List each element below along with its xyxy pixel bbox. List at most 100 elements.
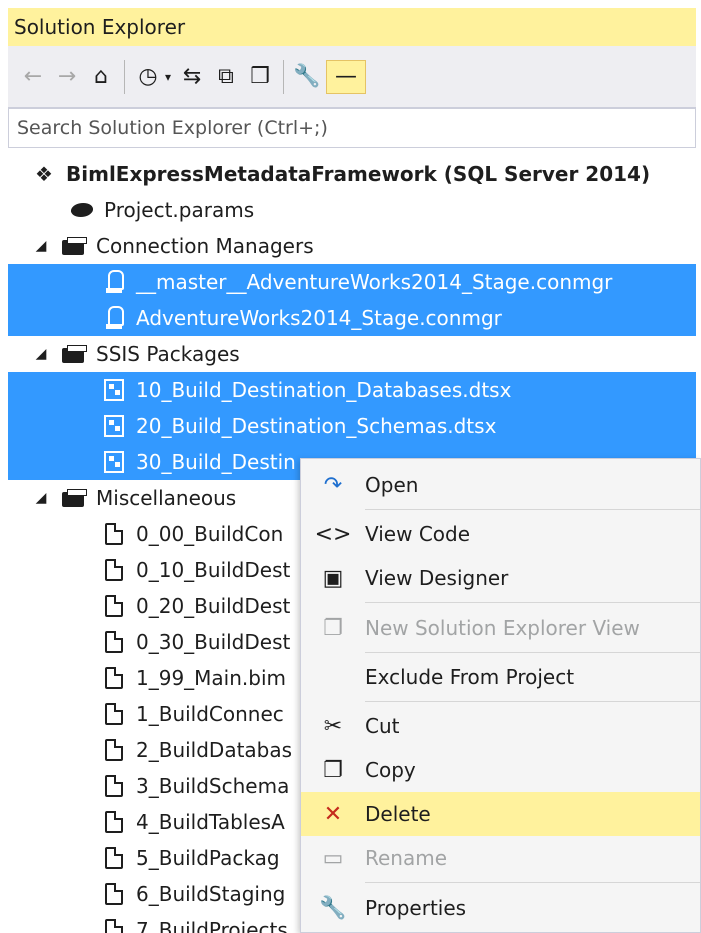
pending-changes-icon[interactable]: ◷ [133, 60, 163, 94]
tree-item-label: 1_99_Main.bim [136, 666, 287, 690]
rename-icon: ▭ [322, 845, 344, 871]
tree-item-label: 10_Build_Destination_Databases.dtsx [136, 378, 512, 402]
tree-item-label: 3_BuildSchema [136, 774, 290, 798]
toolbar: ← → ⌂ ◷ ▾ ⇆ ⧉ ❒ 🔧 — [8, 46, 696, 108]
file-icon [100, 916, 128, 933]
tree-item-label: Miscellaneous [96, 486, 237, 510]
folder-icon [60, 484, 88, 512]
tree-item-label: 0_00_BuildCon [136, 522, 284, 546]
file-icon [100, 736, 128, 764]
connection-icon [100, 268, 128, 296]
search-input[interactable]: Search Solution Explorer (Ctrl+;) [8, 108, 696, 148]
tree-item-label: AdventureWorks2014_Stage.conmgr [136, 306, 502, 330]
new-view-icon: ❐ [323, 615, 343, 641]
menu-item-label: Exclude From Project [365, 665, 575, 689]
file-icon [100, 700, 128, 728]
file-icon [100, 772, 128, 800]
sync-icon[interactable]: ⇆ [177, 60, 207, 94]
menu-item-label: Cut [365, 714, 400, 738]
tree-item-label: 4_BuildTablesA [136, 810, 285, 834]
show-all-files-icon[interactable]: ❒ [245, 60, 275, 94]
menu-item-properties[interactable]: 🔧 Properties [301, 886, 700, 930]
menu-item-label: Open [365, 473, 419, 497]
menu-item-copy[interactable]: ❐ Copy [301, 748, 700, 792]
toolbar-separator [124, 59, 125, 94]
file-icon [100, 664, 128, 692]
menu-item-label: View Designer [365, 566, 509, 590]
tree-item-connection[interactable]: __master__AdventureWorks2014_Stage.conmg… [8, 264, 696, 300]
expand-triangle-icon[interactable]: ◢ [30, 490, 52, 506]
menu-item-open[interactable]: ↷ Open [301, 463, 700, 507]
menu-item-label: View Code [365, 522, 471, 546]
package-icon [100, 448, 128, 476]
file-icon [100, 880, 128, 908]
properties-icon[interactable]: 🔧 [292, 60, 322, 94]
file-icon [100, 844, 128, 872]
tree-item-label: 0_10_BuildDest [136, 558, 291, 582]
code-brackets-icon: <> [314, 521, 352, 547]
tree-item-label: 20_Build_Destination_Schemas.dtsx [136, 414, 497, 438]
expand-triangle-icon[interactable]: ◢ [30, 346, 52, 362]
menu-item-view-code[interactable]: <> View Code [301, 512, 700, 556]
open-arrow-icon: ↷ [323, 472, 343, 498]
tree-item-label: 30_Build_Destin [136, 450, 296, 474]
menu-item-rename[interactable]: ▭ Rename [301, 836, 700, 880]
designer-icon: ▣ [322, 565, 344, 591]
folder-icon [60, 340, 88, 368]
tree-item-label: 2_BuildDatabas [136, 738, 293, 762]
file-icon [100, 520, 128, 548]
menu-item-exclude-from-project[interactable]: Exclude From Project [301, 655, 700, 699]
collapse-all-icon[interactable]: ⧉ [211, 60, 241, 94]
tree-item-label: 0_30_BuildDest [136, 630, 291, 654]
toolbar-separator [283, 59, 285, 94]
tree-item-label: Project.params [104, 198, 255, 222]
forward-icon[interactable]: → [52, 60, 82, 94]
folder-icon [60, 232, 88, 260]
menu-item-cut[interactable]: ✂ Cut [301, 704, 700, 748]
menu-item-label: Rename [365, 846, 448, 870]
window-title: Solution Explorer [8, 8, 696, 46]
tree-item-label: 1_BuildConnec [136, 702, 284, 726]
expand-triangle-icon[interactable]: ◢ [30, 238, 52, 254]
menu-separator [365, 602, 700, 603]
params-icon [68, 196, 96, 224]
menu-item-view-designer[interactable]: ▣ View Designer [301, 556, 700, 600]
file-icon [100, 556, 128, 584]
menu-separator [365, 701, 700, 702]
tree-folder-connection-managers[interactable]: ◢ Connection Managers [8, 228, 696, 264]
file-icon [100, 808, 128, 836]
back-icon[interactable]: ← [18, 60, 48, 94]
menu-separator [365, 652, 700, 653]
tree-item-label: 6_BuildStaging [136, 882, 286, 906]
tree-project[interactable]: ❖ BimlExpressMetadataFramework (SQL Serv… [8, 156, 696, 192]
tree-item-label: 0_20_BuildDest [136, 594, 291, 618]
package-icon [100, 376, 128, 404]
menu-item-new-solution-explorer-view[interactable]: ❐ New Solution Explorer View [301, 606, 700, 650]
tree-item-params[interactable]: Project.params [8, 192, 696, 228]
menu-separator [365, 882, 700, 883]
tree-item-label: __master__AdventureWorks2014_Stage.conmg… [136, 270, 613, 294]
connection-icon [100, 304, 128, 332]
tree-item-label: 5_BuildPackag [136, 846, 280, 870]
tree-item-connection[interactable]: AdventureWorks2014_Stage.conmgr [8, 300, 696, 336]
wrench-icon: 🔧 [319, 895, 347, 921]
package-icon [100, 412, 128, 440]
home-icon[interactable]: ⌂ [86, 60, 116, 94]
file-icon [100, 592, 128, 620]
preview-icon[interactable]: — [326, 59, 367, 94]
menu-item-delete[interactable]: ✕ Delete [301, 792, 700, 836]
tree-item-label: 7_BuildProjects [136, 918, 288, 933]
chevron-down-icon[interactable]: ▾ [165, 70, 171, 84]
file-icon [100, 628, 128, 656]
menu-separator [365, 509, 700, 510]
project-icon: ❖ [35, 162, 53, 186]
project-label: BimlExpressMetadataFramework (SQL Server… [66, 162, 651, 186]
copy-icon: ❐ [323, 757, 343, 783]
menu-item-label: Properties [365, 896, 467, 920]
scissors-icon: ✂ [323, 713, 343, 739]
tree-item-package[interactable]: 20_Build_Destination_Schemas.dtsx [8, 408, 696, 444]
tree-item-package[interactable]: 10_Build_Destination_Databases.dtsx [8, 372, 696, 408]
tree-folder-ssis-packages[interactable]: ◢ SSIS Packages [8, 336, 696, 372]
tree-item-label: Connection Managers [96, 234, 314, 258]
tree-item-label: SSIS Packages [96, 342, 240, 366]
